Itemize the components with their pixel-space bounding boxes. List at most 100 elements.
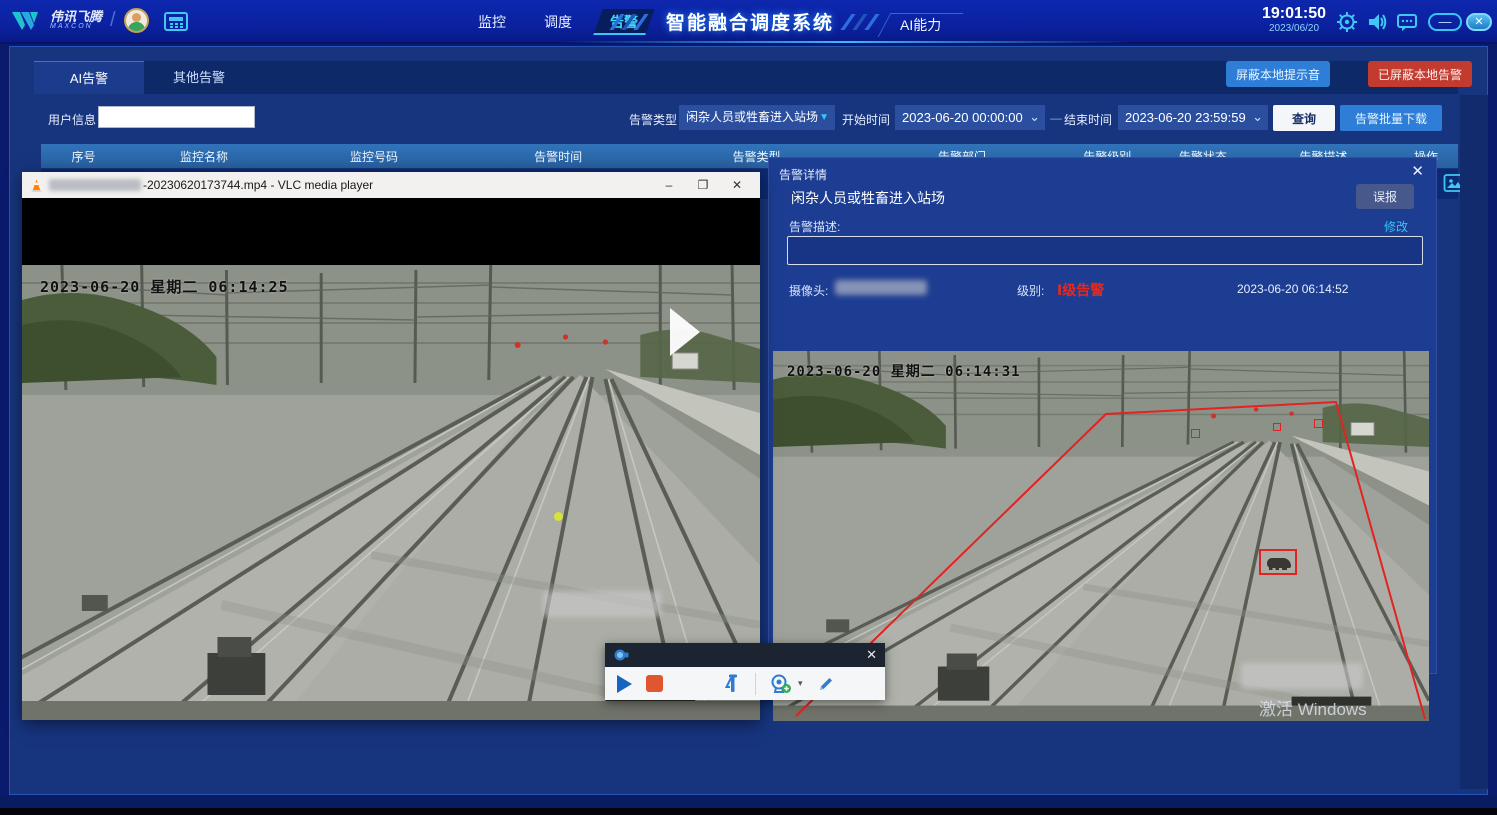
vlc-window-controls: – ❐ ✕	[654, 174, 752, 196]
user-info-label: 用户信息	[48, 111, 96, 128]
message-chat-icon[interactable]	[1396, 11, 1418, 33]
logo-divider: /	[110, 9, 116, 32]
record-play-button[interactable]	[617, 675, 632, 693]
nav-item-dispatch[interactable]: 调度	[536, 8, 580, 36]
filter-bar: 用户信息 告警类型 闲杂人员或牲畜进入站场 ▼ 开始时间 2023-06-20 …	[10, 105, 1465, 135]
end-time-label: 结束时间	[1064, 111, 1112, 128]
footer-strip	[0, 795, 1497, 808]
clock: 19:01:50 2023/06/20	[1262, 5, 1326, 34]
title-underline	[560, 41, 1130, 43]
mute-local-sound-button[interactable]: 屏蔽本地提示音	[1226, 61, 1330, 87]
alarm-time: 2023-06-20 06:14:52	[1237, 282, 1348, 296]
settings-gear-icon[interactable]	[1336, 11, 1358, 33]
blurred-watermark	[543, 591, 661, 617]
end-time-value: 2023-06-20 23:59:59	[1125, 110, 1246, 125]
app-title: 智能融合调度系统	[660, 8, 840, 35]
yellow-signal-dot	[554, 512, 563, 521]
tab-ai-alarm[interactable]: AI告警	[34, 61, 144, 94]
start-time-label: 开始时间	[842, 111, 890, 128]
webcam-add-icon[interactable]	[770, 674, 792, 694]
animal-detection-box	[1259, 549, 1297, 575]
recorder-controls: ▾	[605, 667, 885, 700]
video-timestamp: 2023-06-20 星期二 06:14:25	[40, 276, 289, 297]
nav-item-monitoring[interactable]: 监控	[470, 8, 514, 36]
caliper-tool-icon[interactable]	[725, 674, 741, 694]
logo-text: 伟讯飞腾	[50, 11, 102, 23]
alarm-desc-input[interactable]	[787, 236, 1423, 265]
record-stop-button[interactable]	[646, 675, 663, 692]
vlc-cone-icon	[30, 179, 43, 192]
avatar-head	[132, 13, 141, 22]
camera-label: 摄像头:	[789, 282, 828, 299]
blurred-camera-name	[835, 280, 927, 295]
video-play-overlay-icon[interactable]	[670, 308, 700, 356]
desc-label: 告警描述:	[789, 218, 840, 235]
detail-panel-title: 告警详情	[779, 166, 827, 183]
blurred-watermark	[1241, 663, 1363, 689]
alarm-type-label: 告警类型	[629, 111, 677, 128]
vlc-window: -20230620173744.mp4 - VLC media player –…	[22, 172, 760, 720]
alarm-type-select[interactable]: 闲杂人员或牲畜进入站场 ▼	[679, 105, 835, 130]
dropdown-triangle-icon: ▼	[819, 105, 829, 130]
caret-down-icon[interactable]: ▾	[798, 678, 803, 689]
detail-close-icon[interactable]: ✕	[1411, 162, 1424, 180]
vlc-minimize-button[interactable]: –	[654, 174, 684, 196]
recorder-close-icon[interactable]: ✕	[866, 647, 877, 663]
fax-phone-icon[interactable]	[163, 9, 189, 33]
detection-marker	[1273, 423, 1281, 431]
clock-date: 2023/06/20	[1262, 23, 1326, 34]
date-range-separator: —	[1050, 111, 1062, 125]
logo-mark-icon	[10, 9, 44, 33]
false-alarm-button[interactable]: 误报	[1356, 184, 1414, 209]
level-value: Ⅰ级告警	[1057, 280, 1104, 300]
alarm-type-value: 闲杂人员或牲畜进入站场	[686, 110, 818, 124]
end-time-input[interactable]: 2023-06-20 23:59:59 ⌄	[1118, 105, 1268, 130]
start-time-input[interactable]: 2023-06-20 00:00:00 ⌄	[895, 105, 1045, 130]
chevron-down-icon: ⌄	[1252, 104, 1263, 129]
muted-local-alarm-button[interactable]: 已屏蔽本地告警	[1368, 61, 1472, 87]
query-button[interactable]: 查询	[1273, 105, 1335, 131]
vlc-video-area[interactable]: 2023-06-20 星期二 06:14:25	[22, 198, 760, 720]
windows-activation-watermark: 激活 Windows	[1259, 695, 1367, 720]
logo-subtext: MAXCON	[50, 23, 102, 30]
user-avatar[interactable]	[124, 8, 149, 33]
detail-alarm-title: 闲杂人员或牲畜进入站场	[791, 188, 945, 208]
vlc-maximize-button[interactable]: ❐	[688, 174, 718, 196]
close-app-button[interactable]: ✕	[1466, 13, 1492, 31]
nav-item-ai[interactable]: AI能力	[890, 13, 951, 37]
vlc-close-button[interactable]: ✕	[722, 174, 752, 196]
brand-logo: 伟讯飞腾 MAXCON /	[10, 8, 189, 33]
recorder-toolbar: ✕ ▾	[605, 643, 885, 700]
col-alarm-time: 告警时间	[466, 148, 650, 165]
camera-lens-icon	[613, 648, 629, 662]
user-info-input[interactable]	[98, 106, 255, 128]
detection-marker	[1191, 429, 1200, 438]
app-root: 伟讯飞腾 MAXCON / 监控 调度 告警 智能融合调度系统	[0, 0, 1497, 815]
minimize-app-button[interactable]: —	[1428, 13, 1462, 31]
alarm-detail-panel: 告警详情 ✕ 闲杂人员或牲畜进入站场 误报 告警描述: 修改 摄像头: 级别: …	[768, 157, 1437, 674]
pencil-annotate-icon[interactable]	[817, 675, 835, 693]
camera-timestamp: 2023-06-20 星期二 06:14:31	[787, 361, 1021, 381]
detection-marker	[1314, 419, 1323, 428]
blurred-filename	[49, 179, 141, 191]
col-monitor-number: 监控号码	[282, 148, 466, 165]
level-label: 级别:	[1017, 282, 1044, 299]
screen-bottom-edge	[0, 808, 1497, 815]
tab-other-alarm[interactable]: 其他告警	[144, 61, 254, 94]
logo-text-block: 伟讯飞腾 MAXCON	[50, 11, 102, 30]
modify-link[interactable]: 修改	[1384, 218, 1408, 235]
chevron-down-icon: ⌄	[1029, 104, 1040, 129]
top-bar: 伟讯飞腾 MAXCON / 监控 调度 告警 智能融合调度系统	[0, 0, 1497, 44]
vlc-window-title: -20230620173744.mp4 - VLC media player	[143, 178, 373, 192]
col-monitor-name: 监控名称	[126, 148, 282, 165]
speaker-volume-icon[interactable]	[1366, 11, 1388, 33]
toolbar-divider	[755, 673, 756, 695]
animal-silhouette	[1267, 558, 1291, 568]
batch-download-button[interactable]: 告警批量下载	[1340, 105, 1442, 131]
vlc-title-bar[interactable]: -20230620173744.mp4 - VLC media player –…	[22, 172, 760, 198]
start-time-value: 2023-06-20 00:00:00	[902, 110, 1023, 125]
col-index: 序号	[41, 148, 126, 165]
recorder-title-bar[interactable]: ✕	[605, 643, 885, 667]
scroll-gutter[interactable]	[1460, 95, 1488, 789]
avatar-body	[128, 22, 145, 33]
